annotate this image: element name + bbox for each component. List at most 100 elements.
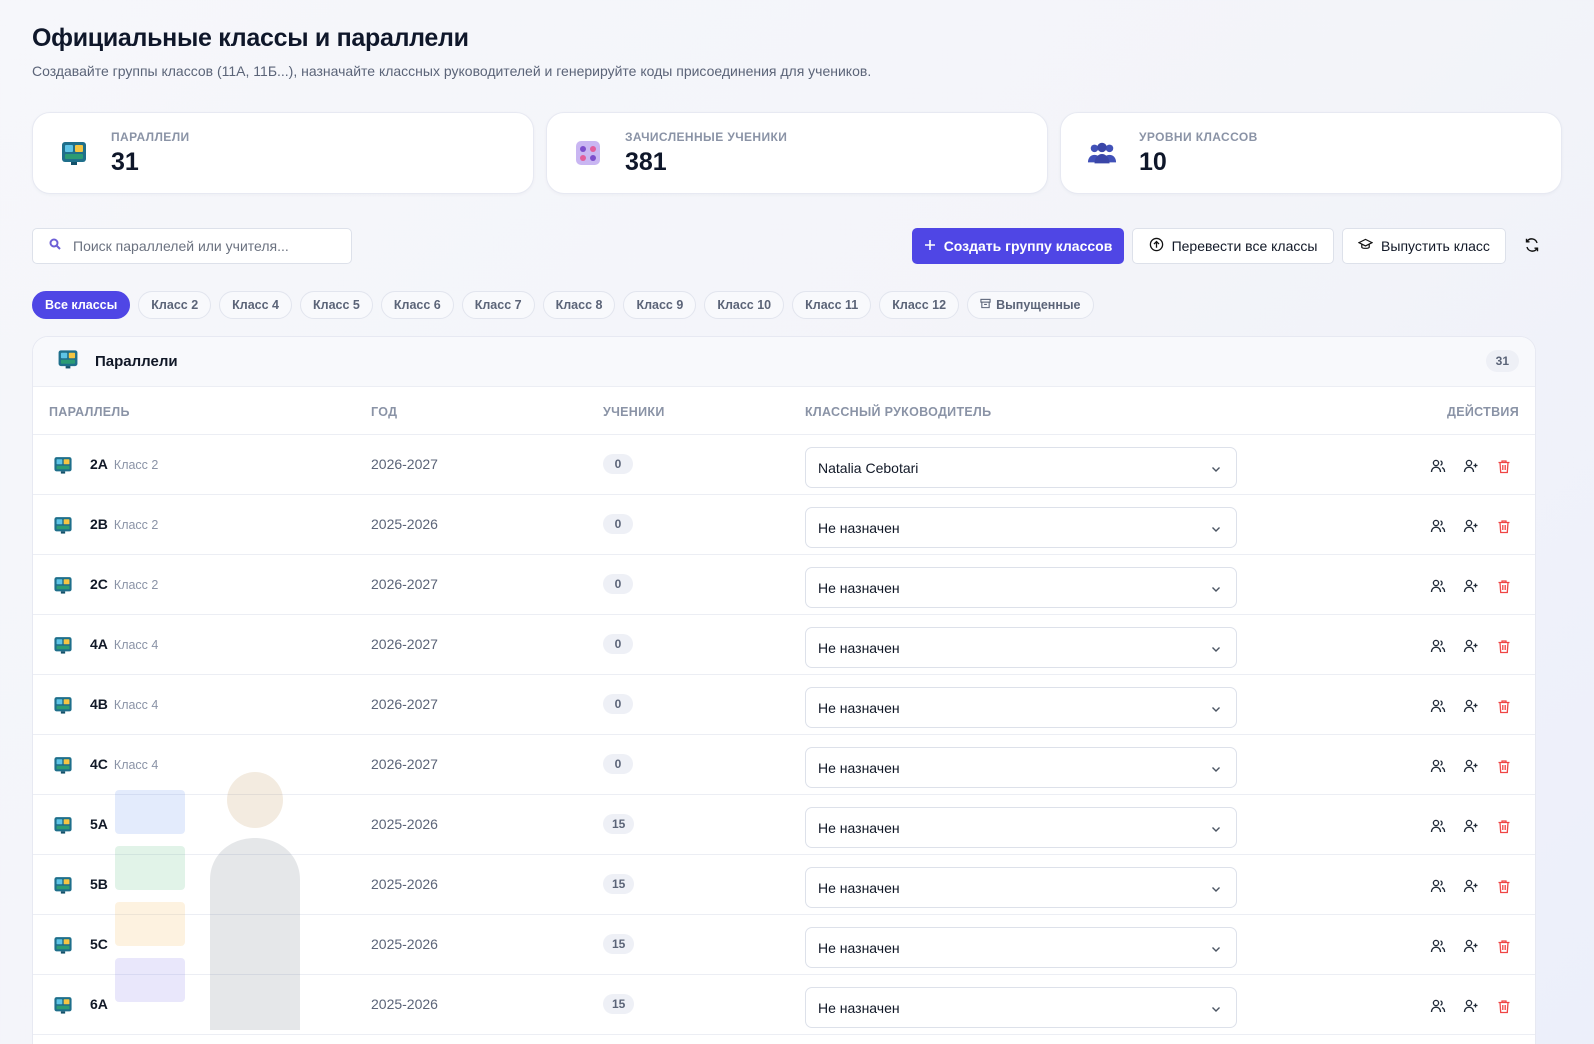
student-count-badge: 0	[603, 694, 633, 714]
add-student-icon[interactable]	[1462, 937, 1480, 955]
table-row[interactable]: 4B Класс 4 2026-2027 0 Не назначен	[33, 675, 1535, 735]
teacher-select[interactable]: Не назначен	[805, 927, 1237, 968]
page-subtitle: Создавайте группы классов (11A, 11Б...),…	[32, 63, 872, 79]
filter-chip-grade-6[interactable]: Класс 6	[380, 291, 454, 319]
trash-icon[interactable]	[1495, 577, 1513, 595]
view-students-icon[interactable]	[1429, 517, 1447, 535]
view-students-icon[interactable]	[1429, 457, 1447, 475]
teacher-select-value: Не назначен	[818, 639, 900, 656]
add-student-icon[interactable]	[1462, 697, 1480, 715]
teacher-select[interactable]: Natalia Cebotari	[805, 447, 1237, 488]
teacher-select[interactable]: Не назначен	[805, 987, 1237, 1028]
column-header-teacher[interactable]: КЛАССНЫЙ РУКОВОДИТЕЛЬ	[805, 405, 991, 419]
academic-year: 2026-2027	[371, 696, 438, 712]
teacher-select[interactable]: Не назначен	[805, 687, 1237, 728]
table-row[interactable]: 2B Класс 2 2025-2026 0 Не назначен	[33, 495, 1535, 555]
chevron-down-icon	[1210, 522, 1222, 538]
teacher-select-value: Не назначен	[818, 759, 900, 776]
filter-chip-grade-4[interactable]: Класс 4	[219, 291, 293, 319]
students-icon	[573, 138, 603, 168]
academic-year: 2026-2027	[371, 636, 438, 652]
promote-all-button[interactable]: Перевести все классы	[1132, 228, 1334, 264]
trash-icon[interactable]	[1495, 997, 1513, 1015]
filter-chip-grade-8[interactable]: Класс 8	[542, 291, 616, 319]
filter-chip-grade-10[interactable]: Класс 10	[704, 291, 785, 319]
table-row[interactable]: 5C 2025-2026 15 Не назначен	[33, 915, 1535, 975]
parallel-name: 5C	[90, 936, 114, 952]
view-students-icon[interactable]	[1429, 817, 1447, 835]
parallel-label: 2A	[90, 456, 108, 472]
column-header-parallel[interactable]: ПАРАЛЛЕЛЬ	[49, 405, 130, 419]
teacher-select[interactable]: Не назначен	[805, 507, 1237, 548]
trash-icon[interactable]	[1495, 637, 1513, 655]
chevron-down-icon	[1210, 1002, 1222, 1018]
table-row[interactable]: 2A Класс 2 2026-2027 0 Natalia Cebotari	[33, 435, 1535, 495]
add-student-icon[interactable]	[1462, 817, 1480, 835]
table-row[interactable]: 5B 2025-2026 15 Не назначен	[33, 855, 1535, 915]
add-student-icon[interactable]	[1462, 577, 1480, 595]
trash-icon[interactable]	[1495, 817, 1513, 835]
trash-icon[interactable]	[1495, 877, 1513, 895]
view-students-icon[interactable]	[1429, 637, 1447, 655]
column-header-year[interactable]: ГОД	[371, 405, 397, 419]
column-header-students[interactable]: УЧЕНИКИ	[603, 405, 665, 419]
trash-icon[interactable]	[1495, 697, 1513, 715]
classroom-icon	[57, 348, 79, 375]
add-student-icon[interactable]	[1462, 997, 1480, 1015]
search-input[interactable]	[73, 238, 333, 254]
student-count-badge: 0	[603, 514, 633, 534]
table-row[interactable]: 2C Класс 2 2026-2027 0 Не назначен	[33, 555, 1535, 615]
add-student-icon[interactable]	[1462, 457, 1480, 475]
grade-label: Класс 2	[113, 518, 159, 532]
trash-icon[interactable]	[1495, 757, 1513, 775]
parallel-label: 2B	[90, 516, 108, 532]
view-students-icon[interactable]	[1429, 937, 1447, 955]
add-student-icon[interactable]	[1462, 517, 1480, 535]
classroom-icon	[53, 455, 73, 475]
table-row[interactable]: 4A Класс 4 2026-2027 0 Не назначен	[33, 615, 1535, 675]
classroom-icon	[53, 815, 73, 835]
add-student-icon[interactable]	[1462, 757, 1480, 775]
view-students-icon[interactable]	[1429, 997, 1447, 1015]
add-student-icon[interactable]	[1462, 877, 1480, 895]
filter-chip-grade-7[interactable]: Класс 7	[461, 291, 535, 319]
refresh-button[interactable]	[1514, 228, 1550, 264]
trash-icon[interactable]	[1495, 937, 1513, 955]
graduate-class-button[interactable]: Выпустить класс	[1342, 228, 1506, 264]
teacher-select[interactable]: Не назначен	[805, 567, 1237, 608]
teacher-select[interactable]: Не назначен	[805, 627, 1237, 668]
academic-year: 2025-2026	[371, 996, 438, 1012]
view-students-icon[interactable]	[1429, 697, 1447, 715]
filter-chip-grade-2[interactable]: Класс 2	[138, 291, 212, 319]
chevron-down-icon	[1210, 762, 1222, 778]
teacher-select-value: Не назначен	[818, 699, 900, 716]
trash-icon[interactable]	[1495, 457, 1513, 475]
chevron-down-icon	[1210, 882, 1222, 898]
filter-chip-grade-5[interactable]: Класс 5	[300, 291, 373, 319]
teacher-select[interactable]: Не назначен	[805, 747, 1237, 788]
table-row[interactable]: 6A 2025-2026 15 Не назначен	[33, 975, 1535, 1035]
table-row[interactable]: 5A 2025-2026 15 Не назначен	[33, 795, 1535, 855]
filter-chip-graduated[interactable]: Выпущенные	[967, 291, 1094, 319]
filter-chip-grade-11[interactable]: Класс 11	[792, 291, 872, 319]
trash-icon[interactable]	[1495, 517, 1513, 535]
parallel-name: 6A	[90, 996, 114, 1012]
create-class-group-button[interactable]: Создать группу классов	[912, 228, 1124, 264]
filter-chip-grade-12[interactable]: Класс 12	[879, 291, 960, 319]
parallel-label: 4C	[90, 756, 108, 772]
teacher-select-value: Не назначен	[818, 819, 900, 836]
view-students-icon[interactable]	[1429, 877, 1447, 895]
parallel-name: 5A	[90, 816, 114, 832]
parallel-name: 4B Класс 4	[90, 696, 158, 712]
view-students-icon[interactable]	[1429, 757, 1447, 775]
arrow-up-circle-icon	[1149, 237, 1164, 255]
filter-chip-all[interactable]: Все классы	[32, 291, 131, 319]
add-student-icon[interactable]	[1462, 637, 1480, 655]
filter-chip-grade-9[interactable]: Класс 9	[623, 291, 697, 319]
teacher-select[interactable]: Не назначен	[805, 867, 1237, 908]
table-row[interactable]: 4C Класс 4 2026-2027 0 Не назначен	[33, 735, 1535, 795]
classroom-icon	[53, 635, 73, 655]
classroom-icon	[53, 695, 73, 715]
view-students-icon[interactable]	[1429, 577, 1447, 595]
teacher-select[interactable]: Не назначен	[805, 807, 1237, 848]
